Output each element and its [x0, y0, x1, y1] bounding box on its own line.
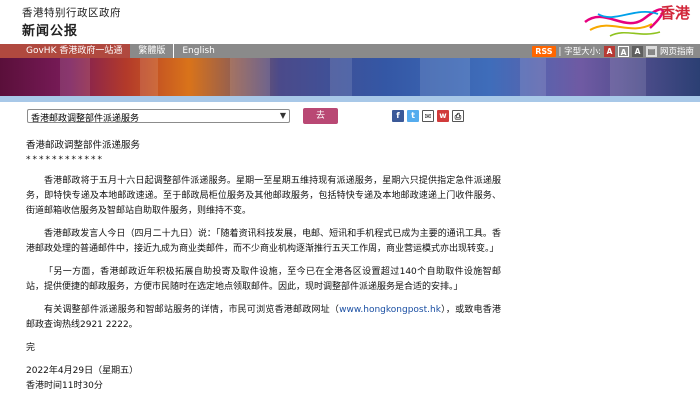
facebook-icon[interactable]: f [392, 110, 404, 122]
share-bar: f t ✉ w ⎙ [392, 110, 464, 122]
brand-text: 香港 [659, 4, 690, 22]
page-header: 香港特别行政区政府 新闻公报 香港 [0, 0, 700, 44]
gov-name: 香港特别行政区政府 [22, 7, 121, 19]
hongkongpost-link[interactable]: www.hongkongpost.hk [339, 305, 441, 315]
article-paragraph-4: 有关调整部件派递服务和智邮站服务的详情，市民可浏览香港邮政网址（www.hong… [26, 303, 501, 333]
paragraph-4-text-before: 有关调整部件派递服务和智邮站服务的详情，市民可浏览香港邮政网址（ [44, 305, 340, 315]
font-size-small-button[interactable]: A [603, 45, 615, 57]
article-end: 完 [26, 343, 36, 353]
nav-tools: RSS | 字型大小: A A A ▤ 网页指南 [532, 44, 694, 58]
press-release-select[interactable]: 香港邮政调整部件派递服务 ▼ [27, 109, 290, 124]
font-size-label: | 字型大小: [558, 47, 601, 57]
nav-traditional-link[interactable]: 繁體版 [130, 44, 173, 58]
weibo-icon[interactable]: w [437, 110, 449, 122]
font-size-medium-button[interactable]: A [617, 45, 629, 57]
nav-english-link[interactable]: English [173, 44, 223, 58]
brand-logo[interactable]: 香港 [580, 0, 700, 44]
guide-icon[interactable]: ▤ [645, 45, 657, 57]
title-stars: ************ [26, 155, 104, 165]
banner-divider [0, 96, 700, 102]
select-value: 香港邮政调整部件派递服务 [31, 114, 140, 124]
site-name[interactable]: 新闻公报 [22, 20, 78, 39]
go-button[interactable]: 去 [303, 108, 338, 124]
article-paragraph-2: 香港邮政发言人今日（四月二十九日）说：「随着资讯科技发展，电邮、短讯和手机程式已… [26, 229, 501, 254]
article-time: 香港时间11时30分 [26, 381, 103, 391]
top-nav: GovHK 香港政府一站通 繁體版 English RSS | 字型大小: A … [0, 44, 700, 58]
article-date: 2022年4月29日（星期五） [26, 366, 139, 376]
font-size-large-button[interactable]: A [631, 45, 643, 57]
article-paragraph-1: 香港邮政将于五月十六日起调整部件派递服务。星期一至星期五维持现有派递服务，星期六… [26, 176, 501, 216]
nav-links: GovHK 香港政府一站通 繁體版 English [0, 44, 223, 58]
rss-icon[interactable]: RSS [532, 45, 556, 57]
banner-image [0, 58, 700, 96]
article: 香港邮政调整部件派递服务 ************ 香港邮政将于五月十六日起调整… [26, 138, 501, 394]
web-guide-link[interactable]: 网页指南 [660, 45, 694, 57]
email-icon[interactable]: ✉ [422, 110, 434, 122]
article-title: 香港邮政调整部件派递服务 [26, 140, 141, 151]
article-paragraph-3: 「另一方面，香港邮政近年积极拓展自助投寄及取件设施，至今已在全港各区设置超过14… [26, 267, 501, 292]
twitter-icon[interactable]: t [407, 110, 419, 122]
print-icon[interactable]: ⎙ [452, 110, 464, 122]
chevron-down-icon: ▼ [279, 111, 286, 120]
nav-govhk-link[interactable]: GovHK 香港政府一站通 [0, 44, 131, 58]
